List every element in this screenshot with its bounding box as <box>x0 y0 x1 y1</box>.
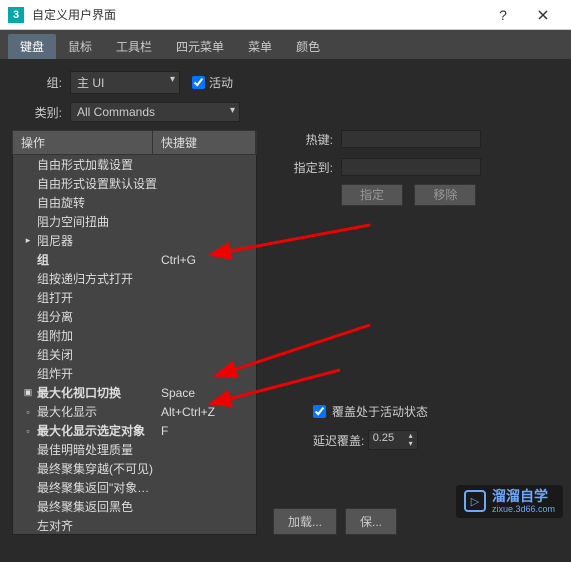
tab-keyboard[interactable]: 键盘 <box>8 34 56 59</box>
active-checkbox-label: 活动 <box>209 74 233 91</box>
list-item-label: 组 <box>37 251 161 268</box>
list-item-label: 最大化显示选定对象 <box>37 422 161 439</box>
list-item[interactable]: 组附加 <box>13 326 256 345</box>
list-item-label: 最佳明暗处理质量 <box>37 441 161 458</box>
delay-value: 0.25 <box>373 432 394 448</box>
tab-color[interactable]: 颜色 <box>284 34 332 59</box>
load-button[interactable]: 加载... <box>273 508 337 535</box>
list-item-icon: ▫ <box>21 407 35 417</box>
window-title: 自定义用户界面 <box>32 6 483 23</box>
list-item-label: 最终聚集返回"对象… <box>37 479 161 496</box>
list-item[interactable]: 组打开 <box>13 288 256 307</box>
delay-spinner[interactable]: 0.25 ▴▾ <box>368 430 418 450</box>
hotkey-label: 热键: <box>273 131 333 148</box>
list-item-icon: ▸ <box>21 235 35 246</box>
list-item[interactable]: 组炸开 <box>13 364 256 383</box>
tab-quadmenu[interactable]: 四元菜单 <box>164 34 236 59</box>
list-item-label: 组关闭 <box>37 346 161 363</box>
spinner-arrows-icon[interactable]: ▴▾ <box>409 432 413 448</box>
overlay-checkbox[interactable]: 覆盖处于活动状态 <box>313 403 559 420</box>
hotkey-input[interactable] <box>341 130 481 148</box>
assigned-input[interactable] <box>341 158 481 176</box>
group-label: 组: <box>12 74 62 91</box>
list-item-label: 左对齐 <box>37 517 161 534</box>
list-item-label: 自由旋转 <box>37 194 161 211</box>
list-item-label: 最终聚集返回黑色 <box>37 498 161 515</box>
list-item-label: 最终聚集穿越(不可见) <box>37 460 161 477</box>
list-item[interactable]: ▣最大化视口切换Space <box>13 383 256 402</box>
list-item-icon: ▣ <box>21 387 35 398</box>
list-item[interactable]: 最终聚集返回"对象… <box>13 478 256 497</box>
list-item-label: 自由形式设置默认设置 <box>37 175 161 192</box>
save-button[interactable]: 保... <box>345 508 397 535</box>
assigned-label: 指定到: <box>273 159 333 176</box>
overlay-checkbox-label: 覆盖处于活动状态 <box>332 403 428 420</box>
list-item-key: F <box>161 424 248 438</box>
list-item-label: 组打开 <box>37 289 161 306</box>
list-item-label: 阻力空间扭曲 <box>37 213 161 230</box>
list-item-label: 阻尼器 <box>37 232 161 249</box>
active-checkbox-input[interactable] <box>192 76 205 89</box>
list-item-label: 最大化显示 <box>37 403 161 420</box>
delay-label: 延迟覆盖: <box>313 432 364 449</box>
list-item[interactable]: ▫最大化显示Alt+Ctrl+Z <box>13 402 256 421</box>
col-shortcut[interactable]: 快捷键 <box>153 131 256 154</box>
action-list[interactable]: 自由形式加载设置自由形式设置默认设置自由旋转阻力空间扭曲▸阻尼器组Ctrl+G组… <box>12 155 257 535</box>
active-checkbox[interactable]: 活动 <box>192 74 233 91</box>
list-item-key: Ctrl+G <box>161 253 248 267</box>
col-action[interactable]: 操作 <box>13 131 153 154</box>
assign-button[interactable]: 指定 <box>341 184 403 206</box>
list-item[interactable]: ▸阻尼器 <box>13 231 256 250</box>
category-dropdown[interactable]: All Commands <box>70 102 240 122</box>
list-item-label: 组附加 <box>37 327 161 344</box>
list-item[interactable]: 自由形式设置默认设置 <box>13 174 256 193</box>
list-item[interactable]: 左对齐 <box>13 516 256 535</box>
list-item[interactable]: 自由旋转 <box>13 193 256 212</box>
list-item[interactable]: 最佳明暗处理质量 <box>13 440 256 459</box>
list-item-key: Alt+Ctrl+Z <box>161 405 248 419</box>
category-label: 类别: <box>12 104 62 121</box>
list-header: 操作 快捷键 <box>12 130 257 155</box>
tab-toolbar[interactable]: 工具栏 <box>104 34 164 59</box>
list-item[interactable]: 组Ctrl+G <box>13 250 256 269</box>
list-item[interactable]: 组分离 <box>13 307 256 326</box>
titlebar: 3 自定义用户界面 ? <box>0 0 571 30</box>
list-item[interactable]: 自由形式加载设置 <box>13 155 256 174</box>
tabbar: 键盘 鼠标 工具栏 四元菜单 菜单 颜色 <box>0 30 571 59</box>
list-item[interactable]: ▫最大化显示选定对象F <box>13 421 256 440</box>
list-item-key: Space <box>161 386 248 400</box>
list-item[interactable]: 最终聚集返回黑色 <box>13 497 256 516</box>
tab-menu[interactable]: 菜单 <box>236 34 284 59</box>
overlay-checkbox-input[interactable] <box>313 405 326 418</box>
list-item-label: 组分离 <box>37 308 161 325</box>
list-item-icon: ▫ <box>21 426 35 436</box>
help-button[interactable]: ? <box>483 0 523 30</box>
remove-button[interactable]: 移除 <box>414 184 476 206</box>
close-button[interactable] <box>523 0 563 30</box>
group-dropdown[interactable]: 主 UI <box>70 71 180 94</box>
list-item[interactable]: 组关闭 <box>13 345 256 364</box>
list-item-label: 组炸开 <box>37 365 161 382</box>
list-item[interactable]: 组按递归方式打开 <box>13 269 256 288</box>
list-item-label: 组按递归方式打开 <box>37 270 161 287</box>
list-item-label: 最大化视口切换 <box>37 384 161 401</box>
list-item[interactable]: 最终聚集穿越(不可见) <box>13 459 256 478</box>
tab-mouse[interactable]: 鼠标 <box>56 34 104 59</box>
list-item[interactable]: 阻力空间扭曲 <box>13 212 256 231</box>
list-item-label: 自由形式加载设置 <box>37 156 161 173</box>
app-icon: 3 <box>8 7 24 23</box>
